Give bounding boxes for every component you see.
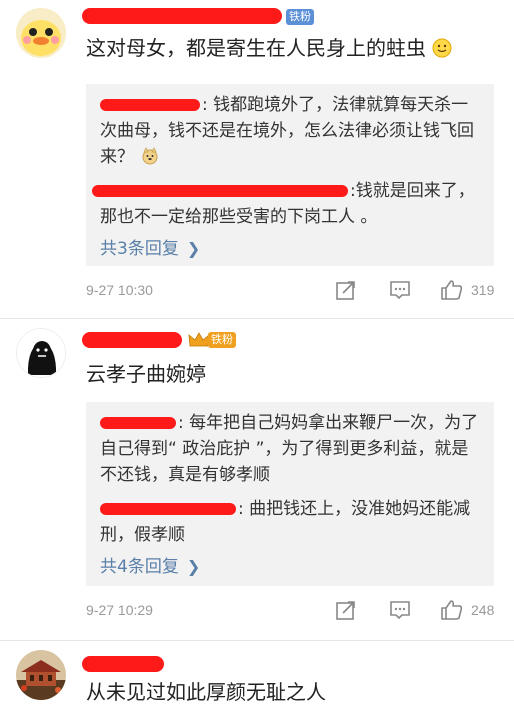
dog-emoji-icon	[142, 147, 158, 165]
comment-3: 从未见过如此厚颜无耻之人	[0, 640, 514, 712]
comment-text: 从未见过如此厚颜无耻之人	[86, 680, 326, 704]
comment-icon[interactable]	[388, 278, 412, 302]
like-icon[interactable]	[440, 598, 464, 622]
building-avatar-icon	[16, 650, 66, 700]
avatar[interactable]	[16, 650, 66, 700]
comment-2: 铁粉 云孝子曲婉婷 : 每年把自己妈妈拿出来鞭尸一次，为了自己得到“ 政治庇护 …	[0, 318, 514, 640]
reply-username-redacted[interactable]	[100, 503, 236, 515]
more-replies-link[interactable]: 共4条回复 ❯	[100, 554, 480, 580]
reply-box: : 钱都跑境外了，法律就算每天杀一次曲母，钱不还是在境外，怎么法律必须让钱飞回来…	[86, 84, 494, 266]
share-icon[interactable]	[334, 278, 358, 302]
comment-text: 这对母女，都是寄生在人民身上的蛀虫	[86, 34, 452, 62]
comment-icon[interactable]	[388, 598, 412, 622]
avatar[interactable]	[16, 328, 66, 378]
more-replies-link[interactable]: 共3条回复 ❯	[100, 236, 480, 262]
like-count: 248	[471, 602, 495, 618]
username-redacted[interactable]	[82, 656, 164, 672]
username-redacted[interactable]	[82, 8, 282, 24]
reply[interactable]: : 钱都跑境外了，法律就算每天杀一次曲母，钱不还是在境外，怎么法律必须让钱飞回来…	[100, 92, 480, 170]
comment-text: 云孝子曲婉婷	[86, 362, 206, 386]
ghost-avatar-icon	[17, 329, 65, 377]
reply[interactable]: : 每年把自己妈妈拿出来鞭尸一次，为了自己得到“ 政治庇护 ”，为了得到更多利益…	[100, 410, 480, 488]
reply[interactable]: :钱就是回来了，那也不一定给那些受害的下岗工人 。	[92, 178, 480, 230]
reply-username-redacted[interactable]	[92, 185, 348, 197]
fan-badge: 铁粉	[286, 9, 314, 25]
timestamp: 9-27 10:30	[86, 282, 153, 298]
username-redacted[interactable]	[82, 332, 182, 348]
timestamp: 9-27 10:29	[86, 602, 153, 618]
crown-icon	[188, 332, 210, 347]
comment-meta: 9-27 10:30 319	[86, 278, 500, 302]
like-icon[interactable]	[440, 278, 464, 302]
reply[interactable]: : 曲把钱还上，没准她妈还能减刑，假孝顺	[100, 496, 480, 548]
comment-meta: 9-27 10:29 248	[86, 598, 500, 622]
reply-box: : 每年把自己妈妈拿出来鞭尸一次，为了自己得到“ 政治庇护 ”，为了得到更多利益…	[86, 402, 494, 586]
fan-badge: 铁粉	[208, 332, 236, 348]
share-icon[interactable]	[334, 598, 358, 622]
smile-emoji-icon	[432, 38, 452, 58]
avatar[interactable]	[16, 8, 66, 58]
duck-avatar-icon	[16, 8, 66, 58]
chevron-right-icon: ❯	[186, 239, 201, 258]
chevron-right-icon: ❯	[186, 557, 201, 576]
reply-username-redacted[interactable]	[100, 99, 200, 111]
comment-1: 铁粉 这对母女，都是寄生在人民身上的蛀虫 : 钱都跑境外了，法律就算每天杀一次曲…	[0, 0, 514, 318]
like-count: 319	[471, 282, 495, 298]
reply-username-redacted[interactable]	[100, 417, 176, 429]
